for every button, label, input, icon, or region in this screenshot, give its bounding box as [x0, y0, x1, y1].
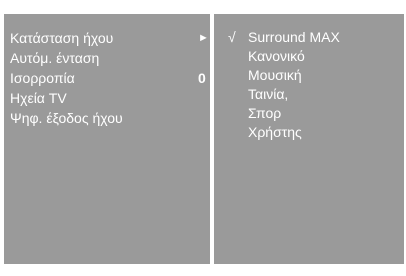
menu-item-label: Ψηφ. έξοδος ήχου — [10, 110, 123, 126]
option-label: Μουσική — [248, 67, 302, 83]
option-surround-max[interactable]: √ Surround MAX — [228, 28, 406, 46]
menu-item-label: Κατάσταση ήχου — [10, 30, 114, 46]
option-music[interactable]: Μουσική — [228, 66, 406, 84]
option-sports[interactable]: Σπορ — [228, 104, 406, 122]
menu-item-label: Αυτόμ. ένταση — [10, 50, 100, 66]
option-label: Ταινία, — [248, 86, 289, 102]
menu-item-sound-mode[interactable]: Κατάσταση ήχου ► — [8, 28, 210, 48]
menu-item-auto-volume[interactable]: Αυτόμ. ένταση — [8, 48, 210, 68]
menu-item-label: Ηχεία TV — [10, 90, 67, 106]
sound-mode-submenu-panel: √ Surround MAX Κανονικό Μουσική Ταινία, … — [214, 14, 404, 264]
balance-value: 0 — [198, 70, 206, 86]
option-label: Surround MAX — [248, 29, 340, 45]
sound-menu-panel: Κατάσταση ήχου ► Αυτόμ. ένταση Ισορροπία… — [4, 14, 210, 264]
check-mark-icon: √ — [228, 29, 236, 45]
menu-item-digital-audio-out[interactable]: Ψηφ. έξοδος ήχου — [8, 108, 210, 128]
option-label: Κανονικό — [248, 48, 305, 64]
menu-item-label: Ισορροπία — [10, 70, 75, 86]
option-movie[interactable]: Ταινία, — [228, 85, 406, 103]
submenu-arrow-icon: ► — [198, 32, 209, 44]
menu-item-tv-speakers[interactable]: Ηχεία TV — [8, 88, 210, 108]
option-label: Χρήστης — [248, 124, 302, 140]
option-user[interactable]: Χρήστης — [228, 123, 406, 141]
option-normal[interactable]: Κανονικό — [228, 47, 406, 65]
tv-osd-screen: Κατάσταση ήχου ► Αυτόμ. ένταση Ισορροπία… — [0, 0, 406, 276]
menu-item-balance[interactable]: Ισορροπία 0 — [8, 68, 210, 88]
option-label: Σπορ — [248, 105, 282, 121]
